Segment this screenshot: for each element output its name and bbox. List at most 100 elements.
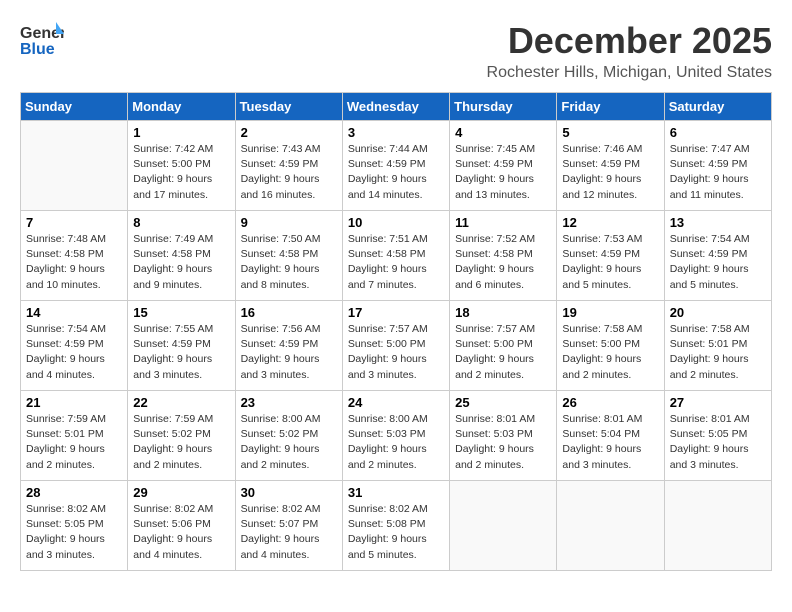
day-info: Sunrise: 7:59 AM Sunset: 5:01 PM Dayligh…	[26, 412, 122, 473]
day-number: 18	[455, 305, 551, 320]
day-number: 12	[562, 215, 658, 230]
calendar-cell: 4 Sunrise: 7:45 AM Sunset: 4:59 PM Daylig…	[450, 121, 557, 211]
day-info: Sunrise: 8:01 AM Sunset: 5:05 PM Dayligh…	[670, 412, 766, 473]
calendar-cell: 15 Sunrise: 7:55 AM Sunset: 4:59 PM Dayli…	[128, 301, 235, 391]
logo-icon: General Blue	[20, 20, 64, 58]
day-info: Sunrise: 7:54 AM Sunset: 4:59 PM Dayligh…	[26, 322, 122, 383]
day-info: Sunrise: 7:53 AM Sunset: 4:59 PM Dayligh…	[562, 232, 658, 293]
day-header-monday: Monday	[128, 93, 235, 121]
day-info: Sunrise: 8:01 AM Sunset: 5:04 PM Dayligh…	[562, 412, 658, 473]
week-row-3: 14 Sunrise: 7:54 AM Sunset: 4:59 PM Dayli…	[21, 301, 772, 391]
location: Rochester Hills, Michigan, United States	[487, 64, 772, 82]
calendar-cell	[557, 481, 664, 571]
day-number: 10	[348, 215, 444, 230]
calendar-cell: 2Sunrise: 7:43 AM Sunset: 4:59 PM Daylig…	[235, 121, 342, 211]
day-header-friday: Friday	[557, 93, 664, 121]
calendar-cell: 29 Sunrise: 8:02 AM Sunset: 5:06 PM Dayli…	[128, 481, 235, 571]
day-info: Sunrise: 7:57 AM Sunset: 5:00 PM Dayligh…	[348, 322, 444, 383]
day-info: Sunrise: 7:55 AM Sunset: 4:59 PM Dayligh…	[133, 322, 229, 383]
day-info: Sunrise: 8:02 AM Sunset: 5:06 PM Dayligh…	[133, 502, 229, 563]
day-info: Sunrise: 7:54 AM Sunset: 4:59 PM Dayligh…	[670, 232, 766, 293]
day-number: 7	[26, 215, 122, 230]
day-number: 23	[241, 395, 337, 410]
calendar-body: 1 Sunrise: 7:42 AM Sunset: 5:00 PM Daylig…	[21, 121, 772, 571]
logo: General Blue	[20, 20, 68, 63]
calendar-cell: 13 Sunrise: 7:54 AM Sunset: 4:59 PM Dayli…	[664, 211, 771, 301]
day-number: 30	[241, 485, 337, 500]
calendar-cell: 17 Sunrise: 7:57 AM Sunset: 5:00 PM Dayli…	[342, 301, 449, 391]
calendar-cell: 19 Sunrise: 7:58 AM Sunset: 5:00 PM Dayli…	[557, 301, 664, 391]
day-number: 4	[455, 125, 551, 140]
day-number: 22	[133, 395, 229, 410]
day-info: Sunrise: 7:56 AM Sunset: 4:59 PM Dayligh…	[241, 322, 337, 383]
day-number: 5	[562, 125, 658, 140]
day-info: Sunrise: 7:58 AM Sunset: 5:01 PM Dayligh…	[670, 322, 766, 383]
day-header-saturday: Saturday	[664, 93, 771, 121]
day-number: 15	[133, 305, 229, 320]
day-number: 20	[670, 305, 766, 320]
day-info: Sunrise: 7:42 AM Sunset: 5:00 PM Dayligh…	[133, 142, 229, 203]
day-number: 3	[348, 125, 444, 140]
calendar-cell: 8Sunrise: 7:49 AM Sunset: 4:58 PM Daylig…	[128, 211, 235, 301]
month-title: December 2025	[487, 20, 772, 62]
day-info: Sunrise: 7:51 AM Sunset: 4:58 PM Dayligh…	[348, 232, 444, 293]
day-number: 31	[348, 485, 444, 500]
calendar-cell: 6 Sunrise: 7:47 AM Sunset: 4:59 PM Daylig…	[664, 121, 771, 211]
day-info: Sunrise: 7:47 AM Sunset: 4:59 PM Dayligh…	[670, 142, 766, 203]
calendar-table: SundayMondayTuesdayWednesdayThursdayFrid…	[20, 92, 772, 571]
day-info: Sunrise: 7:52 AM Sunset: 4:58 PM Dayligh…	[455, 232, 551, 293]
day-number: 14	[26, 305, 122, 320]
day-number: 9	[241, 215, 337, 230]
day-number: 28	[26, 485, 122, 500]
calendar-cell	[450, 481, 557, 571]
day-number: 27	[670, 395, 766, 410]
day-number: 21	[26, 395, 122, 410]
day-info: Sunrise: 8:00 AM Sunset: 5:03 PM Dayligh…	[348, 412, 444, 473]
day-info: Sunrise: 8:02 AM Sunset: 5:07 PM Dayligh…	[241, 502, 337, 563]
calendar-cell: 11Sunrise: 7:52 AM Sunset: 4:58 PM Dayli…	[450, 211, 557, 301]
day-number: 17	[348, 305, 444, 320]
calendar-cell: 16Sunrise: 7:56 AM Sunset: 4:59 PM Dayli…	[235, 301, 342, 391]
calendar-cell: 12 Sunrise: 7:53 AM Sunset: 4:59 PM Dayli…	[557, 211, 664, 301]
calendar-cell: 9Sunrise: 7:50 AM Sunset: 4:58 PM Daylig…	[235, 211, 342, 301]
calendar-cell: 27 Sunrise: 8:01 AM Sunset: 5:05 PM Dayli…	[664, 391, 771, 481]
week-row-5: 28 Sunrise: 8:02 AM Sunset: 5:05 PM Dayli…	[21, 481, 772, 571]
day-number: 6	[670, 125, 766, 140]
calendar-cell: 23 Sunrise: 8:00 AM Sunset: 5:02 PM Dayli…	[235, 391, 342, 481]
calendar-cell: 28 Sunrise: 8:02 AM Sunset: 5:05 PM Dayli…	[21, 481, 128, 571]
calendar-cell: 3 Sunrise: 7:44 AM Sunset: 4:59 PM Daylig…	[342, 121, 449, 211]
day-info: Sunrise: 7:58 AM Sunset: 5:00 PM Dayligh…	[562, 322, 658, 383]
calendar-cell: 18 Sunrise: 7:57 AM Sunset: 5:00 PM Dayli…	[450, 301, 557, 391]
day-number: 2	[241, 125, 337, 140]
day-info: Sunrise: 7:46 AM Sunset: 4:59 PM Dayligh…	[562, 142, 658, 203]
day-info: Sunrise: 7:59 AM Sunset: 5:02 PM Dayligh…	[133, 412, 229, 473]
day-header-sunday: Sunday	[21, 93, 128, 121]
day-info: Sunrise: 7:44 AM Sunset: 4:59 PM Dayligh…	[348, 142, 444, 203]
day-number: 29	[133, 485, 229, 500]
calendar-cell: 21 Sunrise: 7:59 AM Sunset: 5:01 PM Dayli…	[21, 391, 128, 481]
title-area: December 2025 Rochester Hills, Michigan,…	[487, 20, 772, 82]
day-info: Sunrise: 7:45 AM Sunset: 4:59 PM Dayligh…	[455, 142, 551, 203]
day-number: 25	[455, 395, 551, 410]
calendar-cell: 30 Sunrise: 8:02 AM Sunset: 5:07 PM Dayli…	[235, 481, 342, 571]
day-info: Sunrise: 8:02 AM Sunset: 5:08 PM Dayligh…	[348, 502, 444, 563]
calendar-cell: 5 Sunrise: 7:46 AM Sunset: 4:59 PM Daylig…	[557, 121, 664, 211]
calendar-cell: 7Sunrise: 7:48 AM Sunset: 4:58 PM Daylig…	[21, 211, 128, 301]
day-number: 24	[348, 395, 444, 410]
day-number: 26	[562, 395, 658, 410]
calendar-cell: 22 Sunrise: 7:59 AM Sunset: 5:02 PM Dayli…	[128, 391, 235, 481]
day-info: Sunrise: 8:02 AM Sunset: 5:05 PM Dayligh…	[26, 502, 122, 563]
day-info: Sunrise: 8:00 AM Sunset: 5:02 PM Dayligh…	[241, 412, 337, 473]
calendar-cell: 14 Sunrise: 7:54 AM Sunset: 4:59 PM Dayli…	[21, 301, 128, 391]
calendar-header-row: SundayMondayTuesdayWednesdayThursdayFrid…	[21, 93, 772, 121]
day-number: 13	[670, 215, 766, 230]
day-info: Sunrise: 7:49 AM Sunset: 4:58 PM Dayligh…	[133, 232, 229, 293]
page-header: General Blue December 2025 Rochester Hil…	[20, 20, 772, 82]
calendar-cell: 24 Sunrise: 8:00 AM Sunset: 5:03 PM Dayli…	[342, 391, 449, 481]
day-number: 19	[562, 305, 658, 320]
calendar-cell: 25Sunrise: 8:01 AM Sunset: 5:03 PM Dayli…	[450, 391, 557, 481]
day-number: 1	[133, 125, 229, 140]
day-info: Sunrise: 7:57 AM Sunset: 5:00 PM Dayligh…	[455, 322, 551, 383]
day-header-wednesday: Wednesday	[342, 93, 449, 121]
calendar-cell	[664, 481, 771, 571]
